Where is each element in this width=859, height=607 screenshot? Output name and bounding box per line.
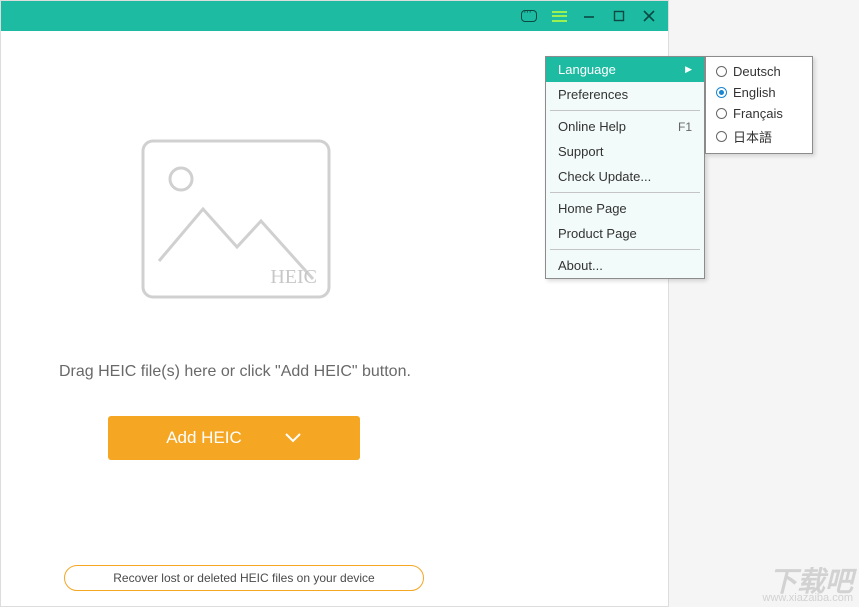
language-label: 日本語 xyxy=(733,127,772,146)
menu-item-label: Check Update... xyxy=(558,169,651,184)
menu-item-about[interactable]: About... xyxy=(546,253,704,278)
radio-icon xyxy=(716,87,727,98)
feedback-button[interactable] xyxy=(516,4,542,28)
titlebar xyxy=(1,1,668,31)
menu-item-preferences[interactable]: Preferences xyxy=(546,82,704,107)
menu-button[interactable] xyxy=(546,4,572,28)
minimize-icon xyxy=(582,9,596,23)
recover-link-label: Recover lost or deleted HEIC files on yo… xyxy=(113,571,374,585)
close-button[interactable] xyxy=(636,4,662,28)
hamburger-icon xyxy=(552,11,567,22)
radio-icon xyxy=(716,66,727,77)
menu-item-home-page[interactable]: Home Page xyxy=(546,196,704,221)
menu-item-online-help[interactable]: Online Help F1 xyxy=(546,114,704,139)
add-heic-button[interactable]: Add HEIC xyxy=(108,416,360,460)
language-label: Deutsch xyxy=(733,64,781,79)
watermark-main: 下载吧 xyxy=(769,566,853,597)
menu-shortcut: F1 xyxy=(678,120,692,134)
chat-icon xyxy=(521,10,537,22)
menu-separator xyxy=(550,249,700,250)
language-option-francais[interactable]: Français xyxy=(706,103,812,124)
drag-instruction-text: Drag HEIC file(s) here or click "Add HEI… xyxy=(59,363,411,381)
radio-icon xyxy=(716,131,727,142)
add-heic-label: Add HEIC xyxy=(166,428,242,448)
language-option-japanese[interactable]: 日本語 xyxy=(706,124,812,149)
menu-item-check-update[interactable]: Check Update... xyxy=(546,164,704,189)
menu-separator xyxy=(550,110,700,111)
submenu-arrow-icon: ▶ xyxy=(685,64,692,75)
maximize-icon xyxy=(612,9,626,23)
chevron-down-icon xyxy=(284,432,302,444)
language-option-english[interactable]: English xyxy=(706,82,812,103)
menu-item-support[interactable]: Support xyxy=(546,139,704,164)
menu-item-label: Product Page xyxy=(558,226,637,241)
watermark-sub: www.xiazaiba.com xyxy=(763,594,853,603)
menu-item-label: Language xyxy=(558,62,616,77)
menu-item-label: Support xyxy=(558,144,604,159)
minimize-button[interactable] xyxy=(576,4,602,28)
watermark: 下载吧 www.xiazaiba.com xyxy=(763,570,853,603)
menu-item-label: Home Page xyxy=(558,201,627,216)
menu-item-label: Preferences xyxy=(558,87,628,102)
menu-separator xyxy=(550,192,700,193)
heic-placeholder-image: HEIC xyxy=(141,139,331,299)
menu-item-product-page[interactable]: Product Page xyxy=(546,221,704,246)
menu-item-language[interactable]: Language ▶ xyxy=(546,57,704,82)
language-option-deutsch[interactable]: Deutsch xyxy=(706,61,812,82)
menu-item-label: Online Help xyxy=(558,119,626,134)
language-label: Français xyxy=(733,106,783,121)
recover-files-link[interactable]: Recover lost or deleted HEIC files on yo… xyxy=(64,565,424,591)
language-submenu: Deutsch English Français 日本語 xyxy=(705,56,813,154)
close-icon xyxy=(642,9,656,23)
language-label: English xyxy=(733,85,776,100)
menu-item-label: About... xyxy=(558,258,603,273)
radio-icon xyxy=(716,108,727,119)
maximize-button[interactable] xyxy=(606,4,632,28)
heic-badge-text: HEIC xyxy=(270,266,317,288)
main-dropdown-menu: Language ▶ Preferences Online Help F1 Su… xyxy=(545,56,705,279)
